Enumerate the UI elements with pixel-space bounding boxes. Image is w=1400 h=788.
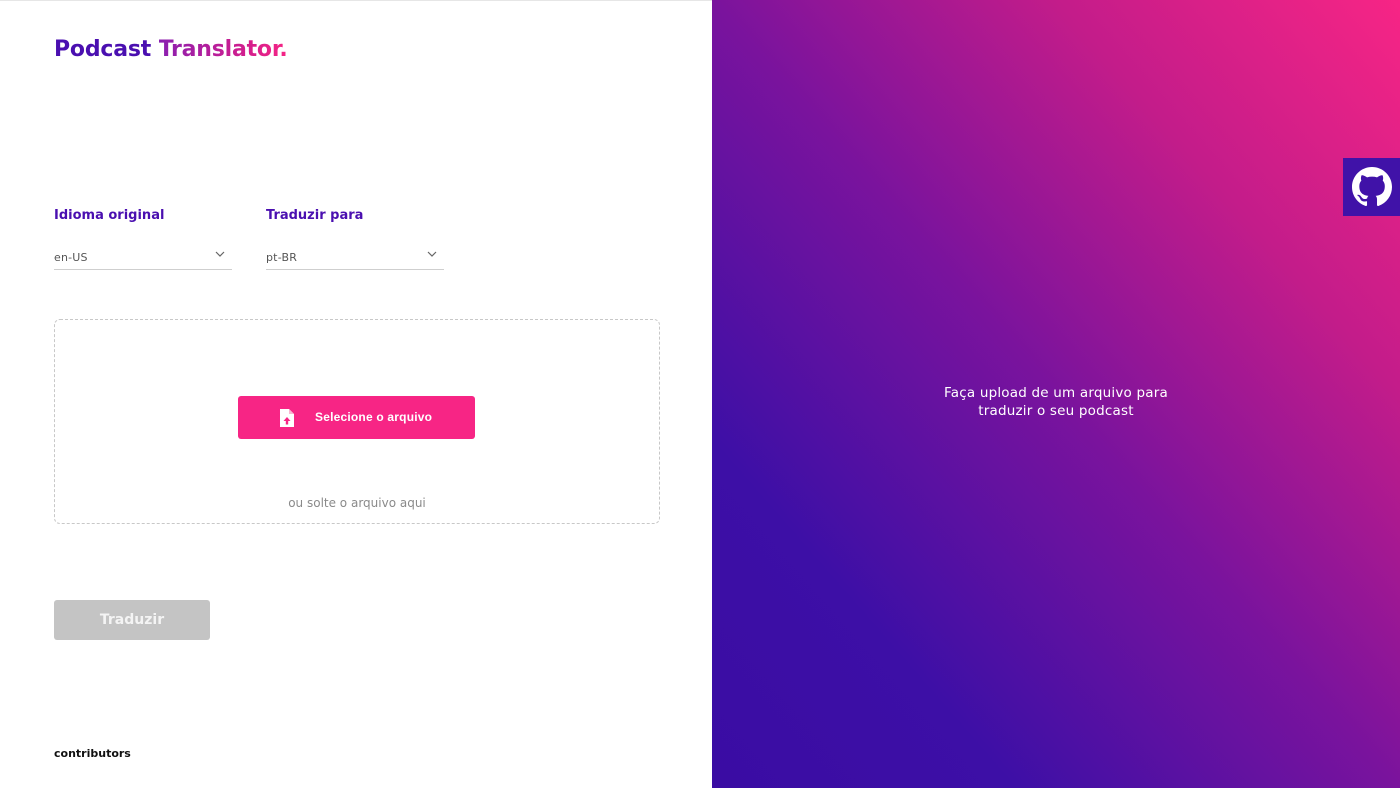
source-language-select[interactable]: en-US bbox=[54, 246, 232, 270]
source-language-value: en-US bbox=[54, 251, 88, 264]
logo-word-translator: Translator. bbox=[158, 37, 288, 62]
upload-instruction-line1: Faça upload de um arquivo para bbox=[944, 385, 1168, 401]
logo-word-podcast: Podcast bbox=[54, 37, 152, 62]
file-dropzone[interactable]: Selecione o arquivo ou solte o arquivo a… bbox=[54, 319, 660, 524]
chevron-down-icon bbox=[215, 251, 225, 257]
target-language-value: pt-BR bbox=[266, 251, 298, 264]
translate-button[interactable]: Traduzir bbox=[54, 600, 210, 640]
select-file-button[interactable]: Selecione o arquivo bbox=[238, 396, 475, 439]
file-upload-icon bbox=[280, 409, 294, 427]
upload-instruction-line2: traduzir o seu podcast bbox=[978, 403, 1134, 419]
source-language-label: Idioma original bbox=[54, 208, 165, 223]
upload-instruction: Faça upload de um arquivo para traduzir … bbox=[712, 384, 1400, 420]
info-panel: Faça upload de um arquivo para traduzir … bbox=[712, 0, 1400, 788]
target-language-field: Traduzir para pt-BR bbox=[266, 208, 444, 270]
target-language-select[interactable]: pt-BR bbox=[266, 246, 444, 270]
drop-hint: ou solte o arquivo aqui bbox=[288, 496, 426, 510]
target-language-label: Traduzir para bbox=[266, 208, 364, 223]
main-panel: Podcast Translator. Idioma original en-U… bbox=[0, 0, 712, 788]
source-language-field: Idioma original en-US bbox=[54, 208, 232, 270]
github-link[interactable] bbox=[1343, 158, 1400, 216]
contributors-link[interactable]: contributors bbox=[54, 747, 131, 760]
select-file-label: Selecione o arquivo bbox=[315, 410, 433, 424]
app-logo: Podcast Translator. bbox=[54, 37, 288, 62]
github-icon bbox=[1351, 167, 1392, 207]
chevron-down-icon bbox=[427, 251, 437, 257]
